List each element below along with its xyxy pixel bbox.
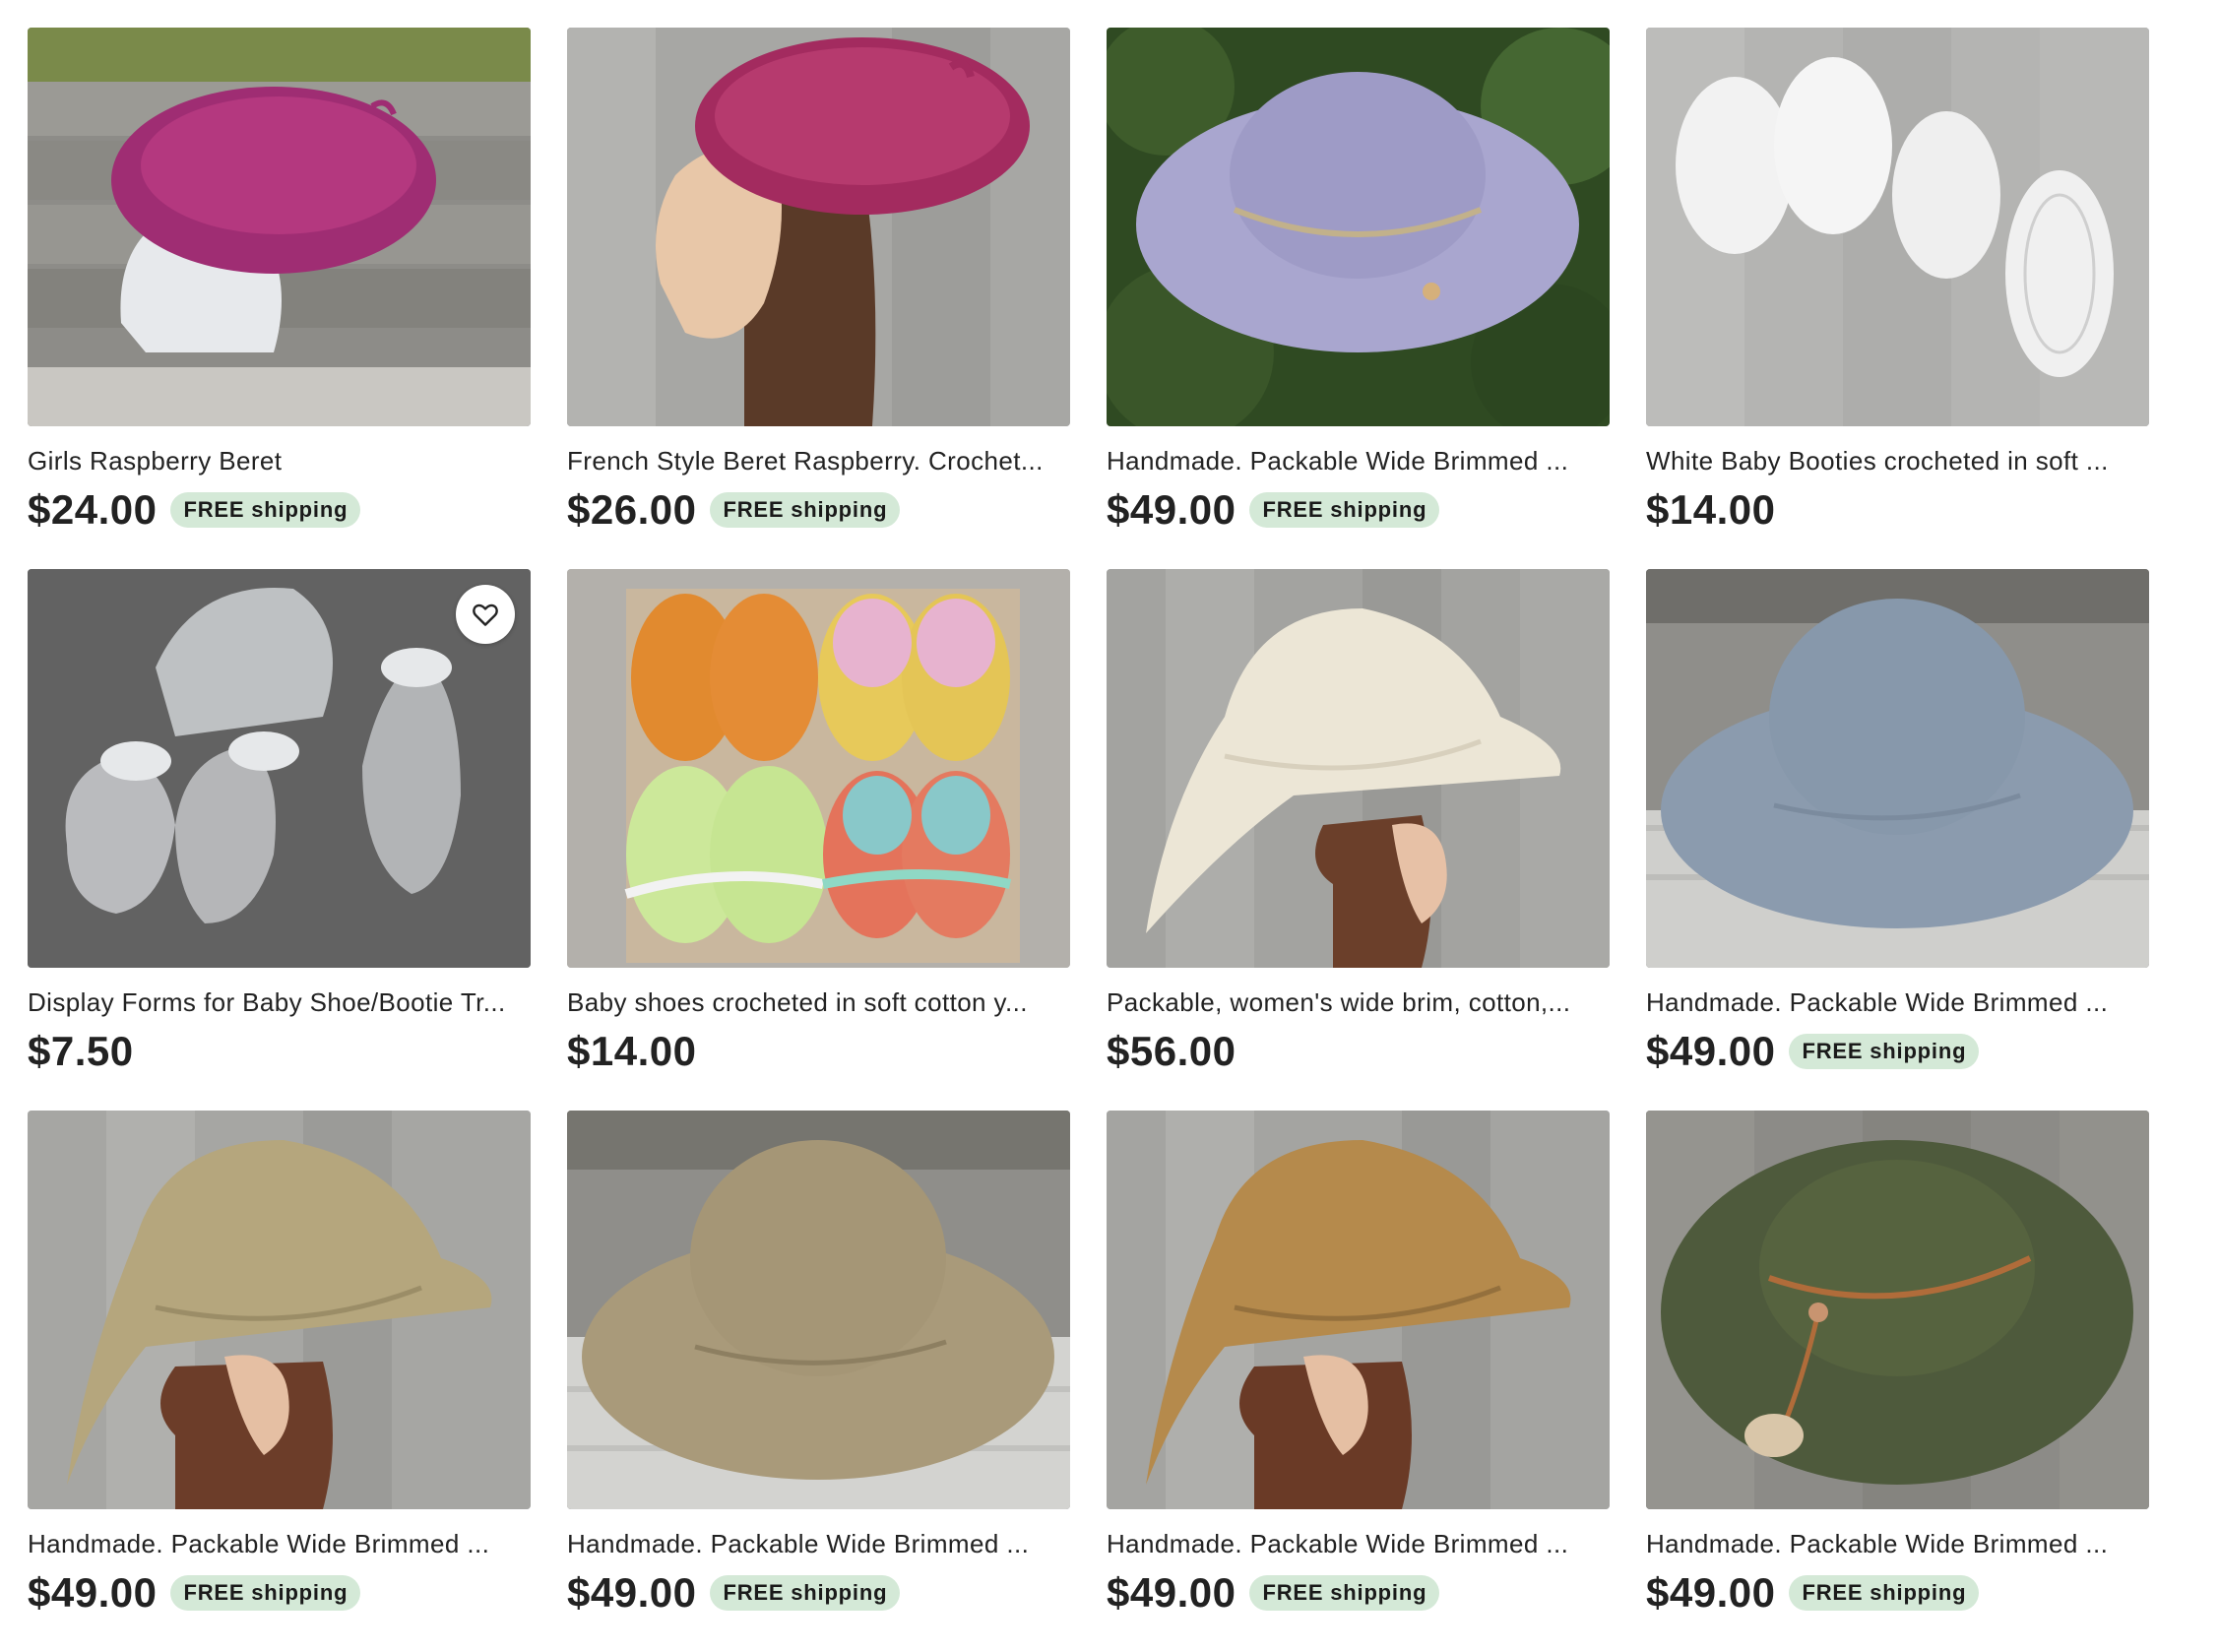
listing-card[interactable]: Handmade. Packable Wide Brimmed ... $49.…	[1107, 1111, 1610, 1652]
listing-price: $49.00	[28, 1569, 158, 1616]
listing-card[interactable]: Handmade. Packable Wide Brimmed ... $49.…	[1107, 28, 1610, 569]
listing-price: $49.00	[1107, 1569, 1236, 1616]
price-row: $14.00	[567, 1027, 1070, 1076]
listing-card[interactable]: Packable, women's wide brim, cotton,... …	[1107, 569, 1610, 1111]
favorite-button[interactable]	[456, 585, 515, 644]
free-shipping-badge: FREE shipping	[1249, 492, 1440, 528]
listing-title[interactable]: Display Forms for Baby Shoe/Bootie Tr...	[28, 985, 531, 1019]
clear-bootie-forms-image[interactable]	[28, 569, 531, 968]
olive-sun-hat-image[interactable]	[1646, 1111, 2149, 1509]
price-row: $49.00 FREE shipping	[1646, 1027, 2149, 1076]
listing-title[interactable]: Girls Raspberry Beret	[28, 444, 531, 477]
free-shipping-badge: FREE shipping	[170, 1575, 361, 1611]
raspberry-beret-on-mannequin-image[interactable]	[567, 28, 1070, 426]
price-row: $49.00 FREE shipping	[1646, 1568, 2149, 1618]
mustard-sun-hat-on-mannequin-image[interactable]	[1107, 1111, 1610, 1509]
listing-title[interactable]: Handmade. Packable Wide Brimmed ...	[1107, 1527, 1610, 1560]
listing-price: $56.00	[1107, 1028, 1236, 1074]
listing-card[interactable]: Handmade. Packable Wide Brimmed ... $49.…	[1646, 1111, 2149, 1652]
listing-price: $7.50	[28, 1028, 134, 1074]
listing-title[interactable]: Handmade. Packable Wide Brimmed ...	[1107, 444, 1610, 477]
price-row: $24.00 FREE shipping	[28, 485, 531, 535]
tan-sun-hat-image[interactable]	[567, 1111, 1070, 1509]
price-row: $49.00 FREE shipping	[567, 1568, 1070, 1618]
colorful-baby-shoes-image[interactable]	[567, 569, 1070, 968]
free-shipping-badge: FREE shipping	[1789, 1034, 1980, 1069]
free-shipping-badge: FREE shipping	[710, 1575, 901, 1611]
listing-card[interactable]: Girls Raspberry Beret $24.00 FREE shippi…	[28, 28, 531, 569]
khaki-sun-hat-on-mannequin-image[interactable]	[28, 1111, 531, 1509]
price-row: $56.00	[1107, 1027, 1610, 1076]
listing-title[interactable]: Handmade. Packable Wide Brimmed ...	[1646, 985, 2149, 1019]
raspberry-beret-on-form-image[interactable]	[28, 28, 531, 426]
listing-price: $26.00	[567, 486, 697, 533]
product-grid: Girls Raspberry Beret $24.00 FREE shippi…	[28, 28, 2149, 1652]
listing-title[interactable]: Handmade. Packable Wide Brimmed ...	[28, 1527, 531, 1560]
listing-price: $49.00	[1646, 1569, 1776, 1616]
free-shipping-badge: FREE shipping	[1789, 1575, 1980, 1611]
listing-price: $24.00	[28, 486, 158, 533]
free-shipping-badge: FREE shipping	[170, 492, 361, 528]
gray-sun-hat-image[interactable]	[1646, 569, 2149, 968]
price-row: $7.50	[28, 1027, 531, 1076]
listing-card[interactable]: Handmade. Packable Wide Brimmed ... $49.…	[1646, 569, 2149, 1111]
listing-title[interactable]: White Baby Booties crocheted in soft ...	[1646, 444, 2149, 477]
price-row: $14.00	[1646, 485, 2149, 535]
listing-title[interactable]: Handmade. Packable Wide Brimmed ...	[567, 1527, 1070, 1560]
listing-card[interactable]: Display Forms for Baby Shoe/Bootie Tr...…	[28, 569, 531, 1111]
listing-price: $49.00	[1107, 486, 1236, 533]
price-row: $26.00 FREE shipping	[567, 485, 1070, 535]
listing-price: $14.00	[1646, 486, 1776, 533]
listing-card[interactable]: Handmade. Packable Wide Brimmed ... $49.…	[567, 1111, 1070, 1652]
heart-outline-icon	[473, 604, 498, 626]
free-shipping-badge: FREE shipping	[1249, 1575, 1440, 1611]
listing-card[interactable]: White Baby Booties crocheted in soft ...…	[1646, 28, 2149, 569]
listing-title[interactable]: French Style Beret Raspberry. Crochet...	[567, 444, 1070, 477]
free-shipping-badge: FREE shipping	[710, 492, 901, 528]
listing-card[interactable]: Handmade. Packable Wide Brimmed ... $49.…	[28, 1111, 531, 1652]
price-row: $49.00 FREE shipping	[1107, 1568, 1610, 1618]
listing-card[interactable]: Baby shoes crocheted in soft cotton y...…	[567, 569, 1070, 1111]
listing-title[interactable]: Handmade. Packable Wide Brimmed ...	[1646, 1527, 2149, 1560]
lavender-sun-hat-image[interactable]	[1107, 28, 1610, 426]
listing-title[interactable]: Baby shoes crocheted in soft cotton y...	[567, 985, 1070, 1019]
white-baby-booties-image[interactable]	[1646, 28, 2149, 426]
listing-price: $49.00	[1646, 1028, 1776, 1074]
listing-price: $49.00	[567, 1569, 697, 1616]
price-row: $49.00 FREE shipping	[1107, 485, 1610, 535]
listing-title[interactable]: Packable, women's wide brim, cotton,...	[1107, 985, 1610, 1019]
listing-card[interactable]: French Style Beret Raspberry. Crochet...…	[567, 28, 1070, 569]
price-row: $49.00 FREE shipping	[28, 1568, 531, 1618]
cream-sun-hat-image[interactable]	[1107, 569, 1610, 968]
listing-price: $14.00	[567, 1028, 697, 1074]
